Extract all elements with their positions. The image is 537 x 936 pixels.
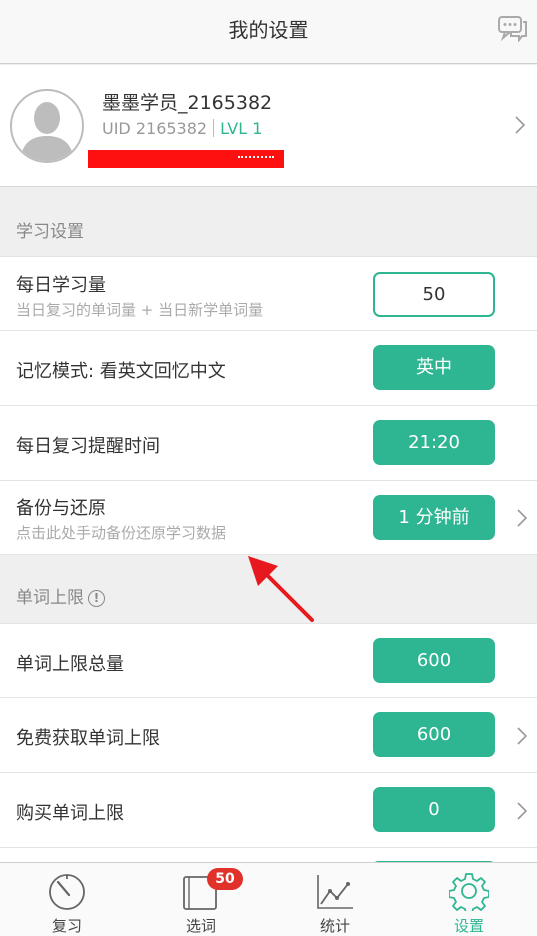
backup-button[interactable]: 1 分钟前 bbox=[373, 495, 495, 540]
chevron-right-icon bbox=[517, 802, 527, 820]
row-title: 备份与还原 bbox=[16, 498, 106, 519]
profile-meta: UID 2165382 LVL 1 bbox=[102, 119, 262, 138]
row-title: 免费获取单词上限 bbox=[16, 728, 160, 749]
tab-settings[interactable]: 设置 bbox=[402, 863, 536, 936]
gear-icon bbox=[449, 873, 489, 911]
tab-statistics[interactable]: 统计 bbox=[268, 863, 402, 936]
row-subtitle: 点击此处手动备份还原学习数据 bbox=[16, 524, 227, 542]
reminder-row[interactable]: 每日复习提醒时间 21:20 bbox=[0, 406, 537, 481]
daily-amount-button[interactable]: 50 bbox=[373, 272, 495, 317]
row-subtitle: 当日复习的单词量 + 当日新学单词量 bbox=[16, 301, 264, 319]
profile-level: LVL 1 bbox=[220, 119, 263, 138]
person-silhouette-icon bbox=[20, 102, 74, 161]
chevron-right-icon bbox=[517, 727, 527, 745]
profile-card[interactable]: 墨墨学员_2165382 UID 2165382 LVL 1 bbox=[0, 65, 537, 187]
reminder-time-button[interactable]: 21:20 bbox=[373, 420, 495, 465]
row-title: 购买单词上限 bbox=[16, 803, 124, 824]
tab-label: 统计 bbox=[319, 917, 350, 935]
chat-bubbles-icon[interactable] bbox=[497, 14, 529, 42]
chevron-right-icon bbox=[517, 509, 527, 527]
page-title: 我的设置 bbox=[228, 18, 309, 42]
row-title: 记忆模式: 看英文回忆中文 bbox=[16, 361, 226, 382]
section-study-settings: 学习设置 bbox=[0, 188, 537, 256]
section-label: 学习设置 bbox=[16, 222, 84, 242]
tab-label: 设置 bbox=[453, 917, 484, 935]
daily-amount-row[interactable]: 每日学习量 当日复习的单词量 + 当日新学单词量 50 bbox=[0, 256, 537, 331]
limit-total-row[interactable]: 单词上限总量 600 bbox=[0, 623, 537, 698]
backup-row[interactable]: 备份与还原 点击此处手动备份还原学习数据 1 分钟前 bbox=[0, 481, 537, 555]
annotation-arrow-icon bbox=[248, 556, 314, 622]
tab-select-words[interactable]: 50 选词 bbox=[134, 863, 268, 936]
row-title: 每日复习提醒时间 bbox=[16, 436, 160, 457]
section-label-text: 单词上限 bbox=[16, 588, 84, 608]
limit-total-button[interactable]: 600 bbox=[373, 638, 495, 683]
chevron-right-icon bbox=[515, 116, 525, 134]
divider bbox=[213, 119, 215, 137]
badge-count: 50 bbox=[207, 868, 243, 890]
row-title: 每日学习量 bbox=[16, 275, 106, 296]
limit-purchased-button[interactable]: 0 bbox=[373, 787, 495, 832]
tab-label: 复习 bbox=[51, 917, 82, 935]
tab-review[interactable]: 复习 bbox=[0, 863, 134, 936]
bottom-tab-bar: 复习 50 选词 统计 设置 bbox=[0, 862, 537, 936]
limit-purchased-row[interactable]: 购买单词上限 0 bbox=[0, 773, 537, 848]
profile-uid: UID 2165382 bbox=[102, 119, 208, 138]
memory-mode-button[interactable]: 英中 bbox=[373, 345, 495, 390]
redaction-mark bbox=[88, 150, 284, 168]
row-title: 单词上限总量 bbox=[16, 654, 124, 675]
avatar bbox=[10, 89, 84, 163]
line-chart-icon bbox=[317, 875, 353, 909]
memory-mode-row[interactable]: 记忆模式: 看英文回忆中文 英中 bbox=[0, 331, 537, 406]
profile-name: 墨墨学员_2165382 bbox=[102, 92, 273, 114]
timer-icon bbox=[49, 874, 85, 910]
limit-free-button[interactable]: 600 bbox=[373, 712, 495, 757]
tab-label: 选词 bbox=[185, 917, 216, 935]
title-bar: 我的设置 bbox=[0, 0, 537, 64]
limit-free-row[interactable]: 免费获取单词上限 600 bbox=[0, 698, 537, 773]
section-label: 单词上限! bbox=[16, 583, 105, 608]
info-icon[interactable]: ! bbox=[88, 590, 105, 607]
